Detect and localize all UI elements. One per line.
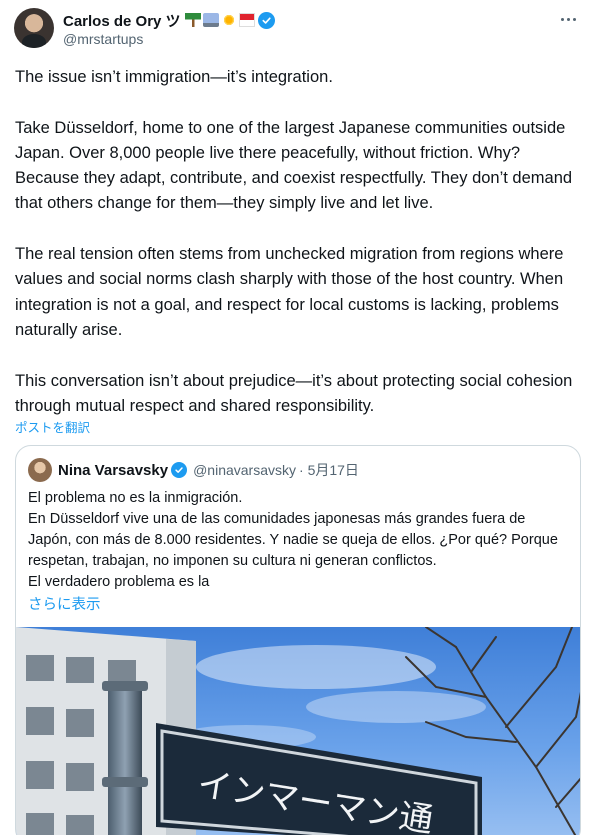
quote-date[interactable]: · 5月17日 [299, 460, 359, 480]
quoted-tweet[interactable]: Nina Varsavsky @ninavarsavsky · 5月17日 El… [15, 445, 581, 835]
author-name-row: Carlos de Ory ツ [63, 10, 275, 30]
palm-tree-icon [184, 13, 201, 27]
quote-author-name[interactable]: Nina Varsavsky [58, 462, 168, 479]
verified-badge-icon [171, 462, 188, 478]
author-avatar[interactable] [14, 8, 54, 48]
tweet-paragraph: The real tension often stems from unchec… [15, 245, 564, 339]
quote-header: Nina Varsavsky @ninavarsavsky · 5月17日 [28, 458, 359, 482]
sun-icon [220, 13, 237, 27]
quote-author-avatar[interactable] [28, 458, 52, 482]
translate-post-link[interactable]: ポストを翻訳 [15, 417, 90, 436]
quote-body: El problema no es la inmigración. En Düs… [28, 488, 568, 593]
tweet-paragraph: This conversation isn’t about prejudice—… [15, 371, 573, 415]
tweet-paragraph: The issue isn’t immigration—it’s integra… [15, 68, 333, 86]
verified-badge-icon[interactable] [257, 11, 275, 29]
quote-line: El verdadero problema es la [28, 574, 210, 590]
flag-icon [238, 13, 255, 27]
show-more-link[interactable]: さらに表示 [28, 593, 101, 614]
tweet-paragraph: Take Düsseldorf, home to one of the larg… [15, 118, 573, 213]
tweet-body: The issue isn’t immigration—it’s integra… [15, 65, 581, 419]
laptop-icon [202, 13, 219, 27]
street-sign-photo: インマーマン通 [16, 627, 580, 835]
author-name[interactable]: Carlos de Ory ツ [63, 10, 181, 31]
tweet-header: Carlos de Ory ツ @mrstartups [14, 8, 580, 52]
name-emojis [184, 13, 255, 27]
quote-image[interactable]: インマーマン通 [16, 627, 580, 835]
quote-author-handle[interactable]: @ninavarsavsky [193, 462, 296, 478]
more-options-icon[interactable] [558, 12, 578, 26]
author-handle[interactable]: @mrstartups [63, 31, 143, 47]
quote-line: En Düsseldorf vive una de las comunidade… [28, 511, 558, 569]
quote-line: El problema no es la inmigración. [28, 490, 243, 506]
